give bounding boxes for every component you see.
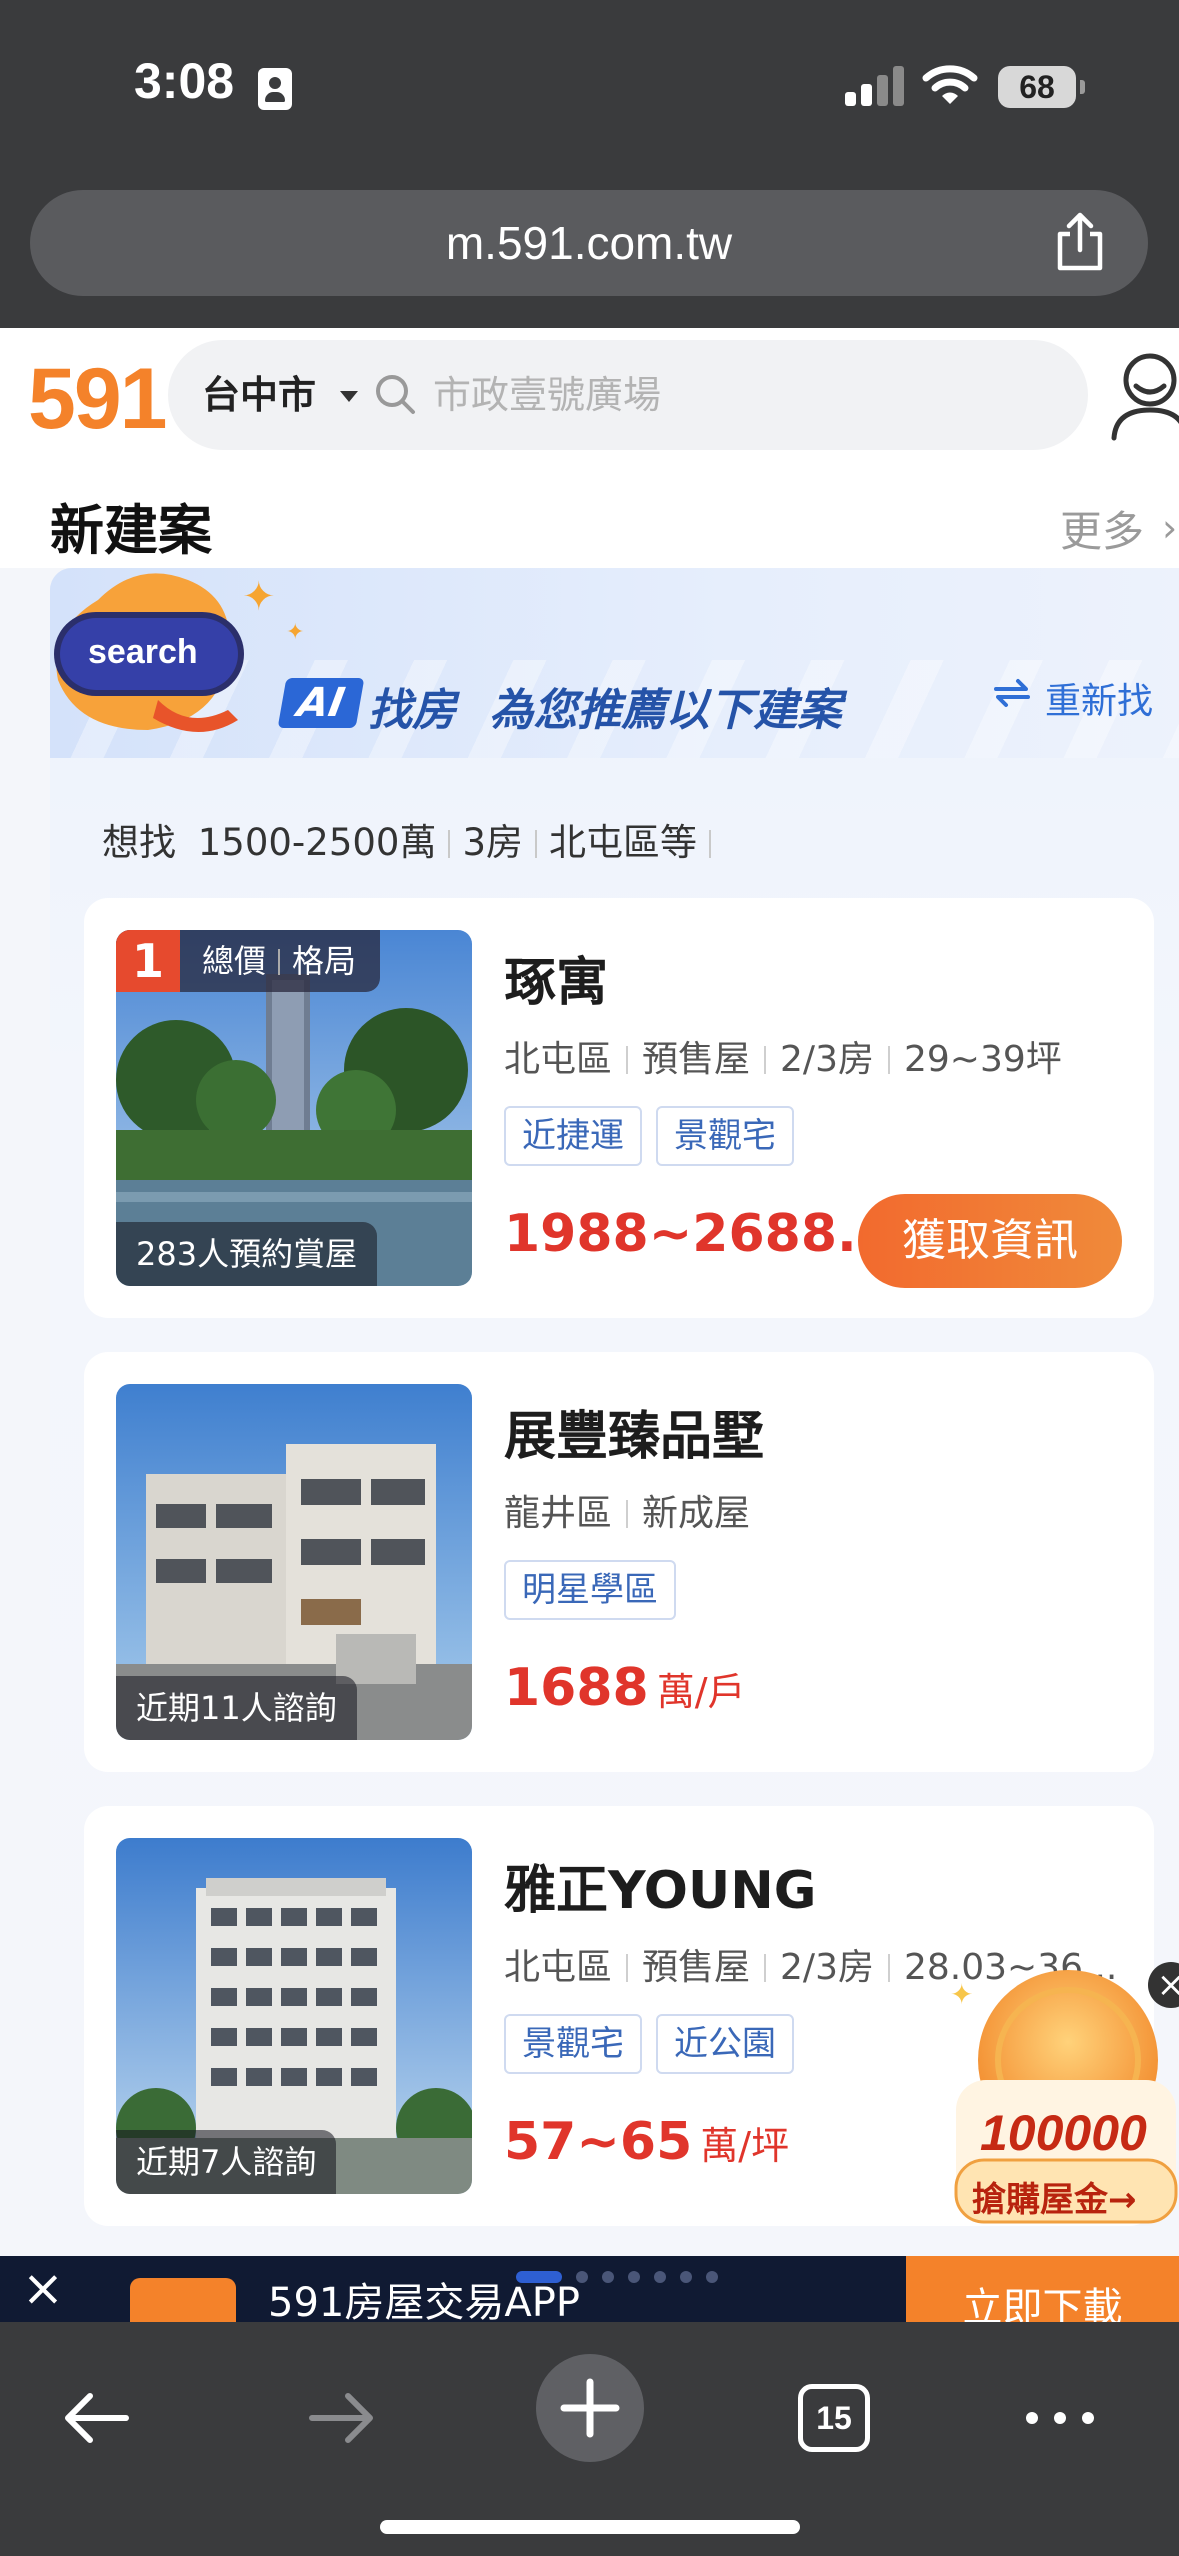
search-mascot-icon: search: [54, 573, 244, 733]
search-icon: [376, 375, 415, 414]
app-logo-icon: [130, 2278, 236, 2322]
wifi-icon: [922, 65, 978, 104]
status-time: 3:08: [134, 53, 235, 109]
id-card-icon: [258, 68, 292, 110]
get-info-button[interactable]: 獲取資訊: [858, 1194, 1122, 1288]
back-arrow-icon[interactable]: [56, 2378, 136, 2458]
ai-title: 找房 為您推薦以下建案: [368, 674, 841, 738]
project-photo[interactable]: 1 總價 格局 283人預約賞屋: [116, 930, 472, 1286]
battery-icon: 68: [998, 66, 1085, 108]
new-tab-button[interactable]: [536, 2354, 644, 2462]
refresh-button[interactable]: 重新找: [1045, 672, 1153, 724]
user-account-icon[interactable]: [1108, 348, 1179, 444]
search-bar[interactable]: 台中市 市政壹號廣場: [168, 340, 1088, 450]
photo-caption: 近期7人諮詢: [116, 2130, 337, 2194]
project-price: 1688 萬/戶: [504, 1658, 746, 1718]
rank-label: 格局: [292, 942, 357, 980]
carousel-dots: [516, 2268, 732, 2287]
url-text: m.591.com.tw: [445, 217, 733, 269]
tabs-button[interactable]: 15: [798, 2384, 870, 2452]
project-photo[interactable]: 近期11人諮詢: [116, 1384, 472, 1740]
project-name[interactable]: 展豐臻品墅: [504, 1394, 764, 1469]
project-photo[interactable]: 近期7人諮詢: [116, 1838, 472, 2194]
photo-caption: 283人預約賞屋: [116, 1222, 378, 1286]
more-link[interactable]: 更多: [1060, 498, 1144, 559]
project-tags: 近捷運 景觀宅: [504, 1106, 808, 1166]
coupon-label: 搶購屋金→: [972, 2180, 1137, 2220]
forward-arrow-icon[interactable]: [302, 2378, 382, 2458]
sparkle-icon: ✦: [950, 1978, 974, 2011]
tag: 近捷運: [504, 1106, 642, 1166]
criteria-item: 1500-2500萬: [197, 821, 437, 864]
site-logo[interactable]: 591: [28, 350, 167, 449]
rank-badge: 1 總價 格局: [116, 930, 381, 992]
project-tags: 明星學區: [504, 1560, 690, 1620]
ai-badge: AI: [277, 678, 365, 728]
more-dots-icon[interactable]: [1020, 2378, 1100, 2458]
project-price: 57~65 萬/坪: [504, 2112, 790, 2172]
rank-label: 總價: [202, 942, 267, 980]
project-name[interactable]: 琢寓: [504, 940, 608, 1015]
app-promo-bar[interactable]: × 591房屋交易APP 立即下載: [0, 2256, 1179, 2322]
tag: 明星學區: [504, 1560, 676, 1620]
caret-down-icon: [340, 391, 358, 402]
sparkle-icon: ✦: [286, 620, 305, 645]
project-meta: 北屯區 預售屋 2/3房 29~39坪: [504, 1039, 1062, 1080]
rank-number: 1: [116, 930, 180, 992]
mascot-text: search: [88, 633, 198, 671]
new-projects-section-head: 新建案 更多 ›: [0, 458, 1179, 568]
tag: 景觀宅: [656, 1106, 794, 1166]
criteria-item: 3房: [462, 821, 523, 864]
tag: 景觀宅: [504, 2014, 642, 2074]
ai-title-part2: 為您推薦以下建案: [489, 685, 842, 736]
site-header: 591 台中市 市政壹號廣場: [0, 328, 1179, 458]
chevron-right-icon[interactable]: ›: [1162, 506, 1177, 550]
close-icon[interactable]: ×: [22, 2260, 64, 2316]
coupon-float-button[interactable]: ✦ 100000 搶購屋金→: [950, 1960, 1179, 2230]
home-indicator: [380, 2520, 800, 2534]
share-icon[interactable]: [1052, 212, 1108, 272]
tag: 近公園: [656, 2014, 794, 2074]
browser-top-bar: 3:08 68 m.591.com.tw: [0, 0, 1179, 328]
criteria-item: 北屯區等: [549, 821, 697, 864]
section-title: 新建案: [50, 499, 212, 562]
project-price: 1988~2688...: [504, 1204, 897, 1264]
coupon-amount: 100000: [980, 2105, 1147, 2161]
project-meta: 龍井區 新成屋: [504, 1493, 751, 1534]
sparkle-icon: ✦: [242, 574, 276, 620]
browser-toolbar: 15: [0, 2322, 1179, 2556]
project-card[interactable]: 近期11人諮詢 展豐臻品墅 龍井區 新成屋 明星學區 1688 萬/戶: [84, 1352, 1154, 1772]
url-bar[interactable]: m.591.com.tw: [30, 190, 1148, 296]
download-button[interactable]: 立即下載: [906, 2256, 1179, 2322]
project-name[interactable]: 雅正YOUNG: [504, 1848, 816, 1923]
search-criteria: 想找 1500-2500萬 3房 北屯區等: [102, 812, 723, 866]
refresh-icon[interactable]: [990, 673, 1034, 713]
project-card[interactable]: 1 總價 格局 283人預約賞屋 琢寓 北屯區 預售屋 2/3房 29~39坪 近捷運景…: [84, 898, 1154, 1318]
project-tags: 景觀宅 近公園: [504, 2014, 808, 2074]
ai-title-part1: 找房: [368, 685, 456, 736]
plus-icon: [560, 2378, 620, 2438]
photo-caption: 近期11人諮詢: [116, 1676, 357, 1740]
criteria-prefix: 想找: [102, 821, 176, 864]
search-input[interactable]: 市政壹號廣場: [433, 340, 661, 450]
city-select[interactable]: 台中市: [202, 340, 316, 450]
cellular-signal-icon: [845, 64, 905, 106]
